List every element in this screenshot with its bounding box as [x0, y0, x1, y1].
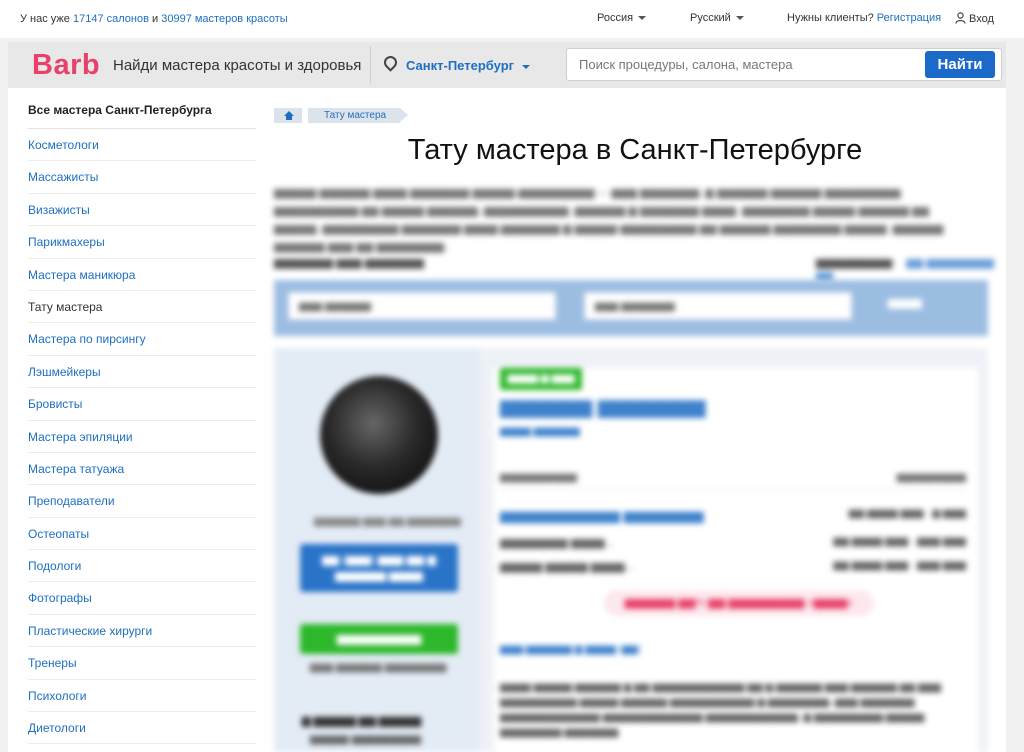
- all-services-link-blurred[interactable]: ▆▆▆ ▆▆▆▆▆▆ ▆ ▆▆▆▆ (▆▆): [500, 644, 641, 655]
- intro-text-blurred: ▆▆▆▆▆ ▆▆▆▆▆▆ ▆▆▆▆ ▆▆▆▆▆▆▆ ▆▆▆▆▆-▆▆▆▆▆▆▆▆…: [274, 187, 944, 253]
- location-pin-icon: [381, 53, 400, 72]
- sidebar-item-podologists[interactable]: Подологи: [28, 550, 256, 583]
- main-content: Тату мастера Тату мастера в Санкт-Петерб…: [264, 88, 1006, 752]
- search-button[interactable]: Найти: [925, 51, 995, 78]
- chevron-down-icon: [638, 16, 647, 21]
- last-seen-blurred: ▆▆▆▆▆▆ ▆▆▆ ▆▆ ▆▆▆▆▆▆▆: [314, 516, 461, 527]
- login-link[interactable]: Вход: [955, 12, 994, 25]
- master-specialty-blurred[interactable]: ▆▆▆▆ ▆▆▆▆▆▆: [500, 426, 580, 437]
- sidebar-item-epilation[interactable]: Мастера эпиляции: [28, 421, 256, 453]
- sidebar-item-dietitians[interactable]: Диетологи: [28, 712, 256, 745]
- master-card-details: ▆▆▆▆ ▆ ▆▆▆ ▆▆▆▆▆▆ ▆▆▆▆▆▆▆ ▆▆▆▆ ▆▆▆▆▆▆ ▆▆…: [494, 368, 978, 752]
- breadcrumb-current[interactable]: Тату мастера: [308, 108, 409, 123]
- sidebar: Все мастера Санкт-Петербурга Косметологи…: [8, 88, 264, 752]
- sidebar-item-lashmakers[interactable]: Лэшмейкеры: [28, 356, 256, 389]
- search-box: Найти: [566, 48, 1002, 81]
- master-card: ▆▆▆▆▆▆ ▆▆▆ ▆▆ ▆▆▆▆▆▆▆ ▆▆ (▆▆▆) ▆▆▆-▆▆-▆ ▆…: [274, 348, 988, 752]
- service-row-blurred: ▆▆▆▆▆ ▆▆▆▆▆ ▆▆▆▆... ▆▆ ▆▆▆▆ ▆▆▆ · ▆▆▆ ▆▆▆: [500, 560, 966, 573]
- services-header-blurred: ▆▆▆▆▆▆▆▆▆▆ ▆▆▆▆▆▆▆▆▆: [500, 472, 966, 490]
- service-row-blurred[interactable]: ▆▆▆▆▆▆▆▆▆▆▆▆ ▆▆▆▆▆▆▆▆ ▆▆ ▆▆▆▆ ▆▆▆ · ▆ ▆▆▆: [500, 508, 966, 524]
- sidebar-item-plastic-surgeons[interactable]: Пластические хирурги: [28, 615, 256, 648]
- sidebar-item-trainers[interactable]: Тренеры: [28, 647, 256, 680]
- location-title-blurred: ▆ ▆▆▆▆▆ ▆▆ ▆▆▆▆▆: [302, 715, 422, 727]
- sidebar-item-psychologists[interactable]: Психологи: [28, 680, 256, 713]
- language-label: Русский: [690, 12, 731, 24]
- sidebar-item-tattoo[interactable]: Тату мастера: [28, 291, 256, 324]
- city-label: Санкт-Петербург: [406, 58, 515, 73]
- master-card-sidebar: ▆▆▆▆▆▆ ▆▆▆ ▆▆ ▆▆▆▆▆▆▆ ▆▆ (▆▆▆) ▆▆▆-▆▆-▆ ▆…: [274, 348, 480, 752]
- category-list: Косметологи Массажисты Визажисты Парикма…: [28, 129, 256, 745]
- filter-select-works[interactable]: ▆▆▆ ▆▆▆▆▆▆: [288, 292, 556, 320]
- status-badge: ▆▆▆▆ ▆ ▆▆▆: [500, 368, 582, 390]
- sidebar-item-makeup-artists[interactable]: Визажисты: [28, 194, 256, 227]
- location-city-blurred: ▆▆▆▆▆-▆▆▆▆▆▆▆▆▆: [310, 734, 421, 745]
- promo-badge-blurred: ▆▆▆▆▆▆ ▆▆% ▆▆ ▆▆▆▆▆▆▆▆▆ «▆▆▆▆»: [604, 590, 874, 616]
- top-bar: У нас уже 17147 салонов и 30997 мастеров…: [0, 0, 1024, 38]
- master-name-blurred[interactable]: ▆▆▆▆▆▆ ▆▆▆▆▆▆▆: [500, 394, 706, 419]
- master-description-blurred: ▆▆▆▆ ▆▆▆▆▆ ▆▆▆▆▆▆ ▆ ▆▆ ▆▆▆▆▆▆▆▆▆▆▆▆ ▆▆ ▆…: [500, 682, 941, 738]
- breadcrumb: Тату мастера: [274, 108, 409, 123]
- country-select[interactable]: Россия: [597, 12, 647, 24]
- language-select[interactable]: Русский: [690, 12, 744, 24]
- home-icon: [284, 111, 294, 120]
- filter-bar: ▆▆▆ ▆▆▆▆▆▆ ▆▆▆ ▆▆▆▆▆▆▆ ▆▆▆▆: [274, 280, 988, 336]
- avatar[interactable]: [320, 376, 438, 494]
- sort-control-blurred[interactable]: ▆▆▆▆▆▆▆▆▆: ▆▆ ▆▆▆▆▆▆▆▆ ▆▆: [816, 256, 1006, 282]
- user-icon: [955, 12, 966, 24]
- service-row-blurred: ▆▆▆▆▆▆▆▆ ▆▆▆▆... ▆▆ ▆▆▆▆ ▆▆▆ · ▆▆▆ ▆▆▆: [500, 536, 966, 549]
- tagline: Найди мастера красоты и здоровья: [113, 57, 362, 74]
- salons-count-link[interactable]: 17147 салонов: [73, 13, 149, 25]
- book-button[interactable]: ▆▆▆▆▆▆▆▆▆▆: [300, 624, 458, 654]
- breadcrumb-home[interactable]: [274, 108, 302, 123]
- sidebar-item-hairdressers[interactable]: Парикмахеры: [28, 226, 256, 259]
- sidebar-item-osteopaths[interactable]: Остеопаты: [28, 518, 256, 551]
- results-count-blurred: ▆▆▆▆▆▆▆ ▆▆▆ ▆▆▆▆▆▆▆: [274, 257, 424, 269]
- filter-reset[interactable]: ▆▆▆▆: [888, 296, 922, 309]
- sidebar-item-masseurs[interactable]: Массажисты: [28, 161, 256, 194]
- show-phone-button[interactable]: ▆▆ (▆▆▆) ▆▆▆-▆▆-▆ ▆▆▆▆▆▆ ▆▆▆▆: [300, 544, 458, 592]
- sidebar-title: Все мастера Санкт-Петербурга: [28, 103, 212, 117]
- country-label: Россия: [597, 12, 634, 24]
- register-link[interactable]: Регистрация: [877, 12, 941, 24]
- stats-and: и: [152, 13, 159, 25]
- stats-prefix: У нас уже: [20, 13, 70, 25]
- login-label: Вход: [969, 13, 994, 25]
- sidebar-item-permanent-makeup[interactable]: Мастера татуажа: [28, 453, 256, 486]
- sidebar-item-cosmetologists[interactable]: Косметологи: [28, 129, 256, 162]
- site-header: Barb Найди мастера красоты и здоровья Са…: [8, 42, 1006, 89]
- page-title: Тату мастера в Санкт-Петербурге: [407, 134, 863, 166]
- chevron-down-icon: [735, 16, 744, 21]
- book-note-blurred: ▆▆▆ ▆▆▆▆▆▆ ▆▆▆▆▆▆▆▆: [310, 662, 447, 673]
- filter-select-masters[interactable]: ▆▆▆ ▆▆▆▆▆▆▆: [584, 292, 852, 320]
- sidebar-item-manicure[interactable]: Мастера маникюра: [28, 259, 256, 291]
- sidebar-item-photographers[interactable]: Фотографы: [28, 582, 256, 615]
- masters-count-link[interactable]: 30997 мастеров красоты: [161, 13, 287, 25]
- search-input[interactable]: [577, 56, 921, 73]
- chevron-down-icon: [522, 64, 531, 69]
- clients-promo: Нужны клиенты? Регистрация: [787, 12, 941, 24]
- city-select[interactable]: Санкт-Петербург: [381, 53, 531, 73]
- sidebar-item-brows[interactable]: Бровисты: [28, 388, 256, 421]
- site-stats: У нас уже 17147 салонов и 30997 мастеров…: [20, 13, 288, 25]
- logo[interactable]: Barb: [32, 49, 100, 82]
- sidebar-item-piercing[interactable]: Мастера по пирсингу: [28, 323, 256, 356]
- divider: [370, 46, 371, 84]
- clients-text: Нужны клиенты?: [787, 12, 874, 24]
- sidebar-item-teachers[interactable]: Преподаватели: [28, 485, 256, 518]
